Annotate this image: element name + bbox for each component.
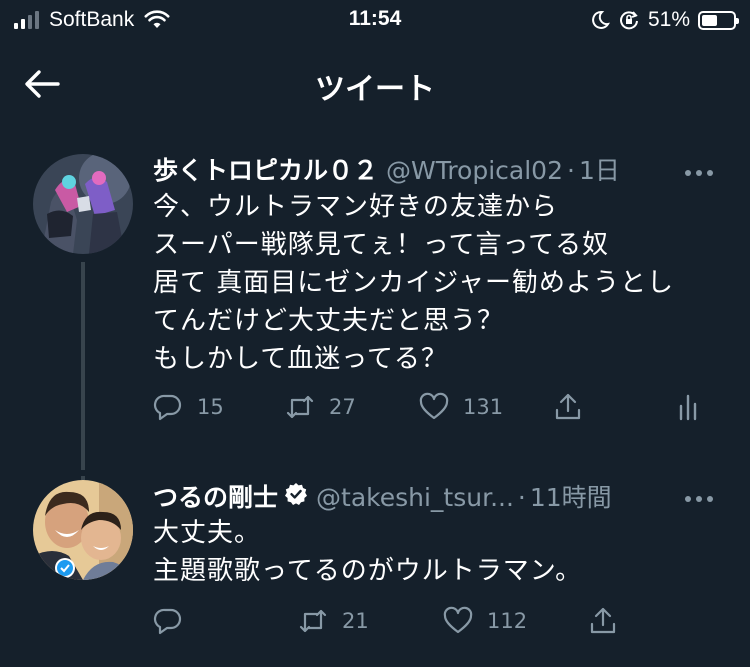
share-button[interactable] (553, 392, 597, 422)
tweet-actions: 21 112 (153, 606, 720, 646)
like-button[interactable]: 131 (419, 392, 503, 422)
tweet-text: 大丈夫。 主題歌歌ってるのがウルトラマン。 (153, 518, 583, 586)
share-button[interactable] (588, 606, 632, 636)
reply-icon (153, 394, 182, 421)
like-count: 112 (487, 609, 528, 633)
status-bar: SoftBank 11:54 51% (0, 0, 750, 40)
reply-button[interactable] (153, 606, 197, 636)
heart-icon (443, 606, 473, 634)
reply-button[interactable]: 15 (153, 392, 224, 422)
two-smiling-people-avatar-image (33, 480, 133, 580)
user-handle[interactable]: @takeshi_tsur... (316, 483, 514, 513)
heart-icon (419, 392, 449, 420)
display-name[interactable]: 歩くトロピカル０２ (153, 156, 378, 186)
status-right: 51% (590, 8, 739, 32)
retweet-button[interactable]: 21 (298, 606, 369, 636)
analytics-button[interactable] (673, 392, 717, 422)
user-handle[interactable]: @WTropical02 (386, 156, 563, 186)
tokusatsu-figures-avatar-image (33, 154, 133, 254)
more-options-icon[interactable] (682, 163, 716, 183)
avatar[interactable] (33, 480, 133, 580)
tweet-item[interactable]: つるの剛士 @takeshi_tsur... · 11時間 大丈夫。 主題歌歌っ… (0, 476, 750, 667)
tweet-item[interactable]: 歩くトロピカル０２ @WTropical02 · 1日 今、ウルトラマン好きの友… (0, 150, 750, 470)
verified-badge-icon (285, 483, 308, 505)
like-count: 131 (463, 395, 504, 419)
retweet-icon (286, 395, 314, 419)
analytics-bars-icon (679, 394, 697, 421)
separator-dot: · (567, 156, 575, 185)
battery-fill (702, 14, 717, 26)
tweet-actions: 15 27 131 (153, 392, 720, 432)
tweet-text: 今、ウルトラマン好きの友達から スーパー戦隊見てぇ！って言ってる奴 居て 真面目… (153, 192, 674, 374)
tweet-header: 歩くトロピカル０２ @WTropical02 · 1日 (153, 156, 720, 186)
share-icon (555, 393, 581, 420)
tweet-timestamp[interactable]: 1日 (579, 156, 620, 186)
do-not-disturb-moon-icon (592, 10, 610, 29)
battery-percent: 51% (647, 8, 690, 31)
retweet-count: 21 (342, 609, 369, 633)
top-nav-bar: ツイート (0, 48, 750, 120)
tweet-detail-screen: SoftBank 11:54 51% ツイート 歩くトロピカル０２ @WTrop… (0, 0, 750, 667)
reply-icon (153, 608, 182, 635)
retweet-icon (299, 609, 327, 633)
thread-connector-line (81, 262, 85, 470)
retweet-button[interactable]: 27 (285, 392, 356, 422)
orientation-lock-icon (620, 11, 638, 30)
like-button[interactable]: 112 (443, 606, 527, 636)
display-name[interactable]: つるの剛士 (153, 483, 278, 513)
more-options-icon[interactable] (682, 489, 716, 509)
battery-icon (698, 10, 739, 30)
separator-dot: · (517, 483, 526, 512)
avatar[interactable] (33, 154, 133, 254)
reply-count: 15 (197, 395, 224, 419)
tweet-header: つるの剛士 @takeshi_tsur... · 11時間 (153, 482, 720, 513)
page-title: ツイート (315, 72, 435, 107)
retweet-count: 27 (329, 395, 356, 419)
tweet-timestamp[interactable]: 11時間 (530, 483, 612, 513)
share-icon (590, 607, 616, 634)
